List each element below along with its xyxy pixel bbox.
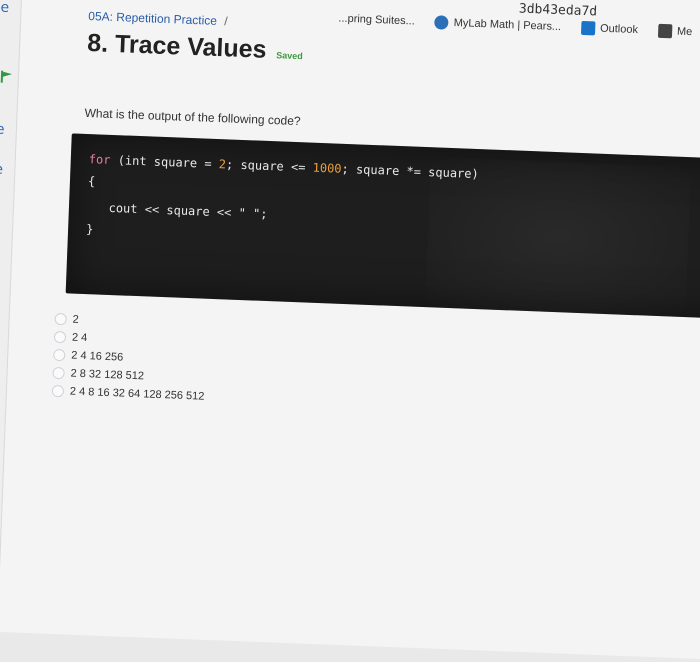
breadcrumb-separator: / <box>224 14 228 29</box>
sidebar-mark: e <box>0 161 4 178</box>
code-line: { <box>88 174 96 188</box>
page-title: 8. Trace Values <box>86 28 267 64</box>
radio-button[interactable] <box>54 312 67 326</box>
breadcrumb-link[interactable]: 05A: Repetition Practice <box>88 9 217 28</box>
saved-status: Saved <box>276 50 303 62</box>
radio-button[interactable] <box>51 384 65 398</box>
code-line: } <box>86 222 94 236</box>
answer-option-label: 2 4 8 16 32 64 128 256 512 <box>69 385 205 403</box>
left-sidebar: e e e <box>0 0 23 632</box>
code-line: for (int square = 2; square <= 1000; squ… <box>89 152 479 181</box>
code-text: { <box>87 174 96 189</box>
answer-option-label: 2 8 32 128 512 <box>70 367 145 383</box>
code-line: cout << square << " "; <box>86 200 268 221</box>
flag-icon[interactable] <box>0 70 14 85</box>
code-text: } <box>85 222 94 237</box>
screen: e e e 3db43eda7d ...pring Suites... MyLa… <box>0 0 700 661</box>
code-text: ; square <= <box>225 157 313 175</box>
code-keyword: for <box>88 152 111 167</box>
radio-button[interactable] <box>53 348 66 362</box>
code-block: for (int square = 2; square <= 1000; squ… <box>65 133 700 321</box>
answer-option-label: 2 <box>72 313 80 326</box>
radio-button[interactable] <box>53 330 67 344</box>
radio-button[interactable] <box>52 366 65 380</box>
sidebar-mark: e <box>0 121 5 138</box>
code-number: 1000 <box>312 160 342 176</box>
answer-options: 2 2 4 2 4 16 256 2 8 32 128 512 2 4 8 16… <box>51 312 700 424</box>
screen-glare <box>425 157 691 318</box>
sidebar-mark: e <box>0 0 10 16</box>
code-text: cout << square << " "; <box>86 200 268 221</box>
code-text: (int square = <box>110 152 220 172</box>
answer-option-label: 2 4 <box>71 331 88 345</box>
main-content: 05A: Repetition Practice / 8. Trace Valu… <box>51 9 700 429</box>
answer-option-label: 2 4 16 256 <box>71 349 124 364</box>
